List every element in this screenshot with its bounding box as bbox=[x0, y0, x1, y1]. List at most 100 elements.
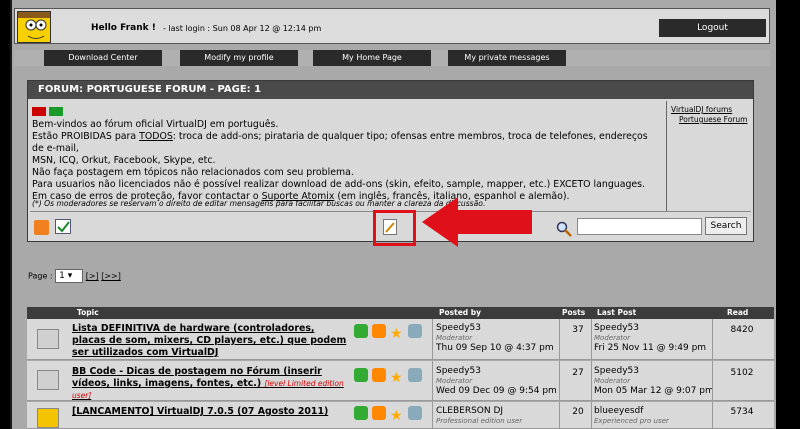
divider bbox=[666, 101, 667, 211]
col-posts: Posts bbox=[562, 308, 586, 317]
table-header: Topic Posted by Posts Last Post Read bbox=[27, 307, 774, 319]
poster-role: Moderator bbox=[436, 334, 473, 342]
read-count: 8420 bbox=[730, 325, 754, 335]
folder-icon bbox=[37, 370, 59, 390]
poster-role: Professional edition user bbox=[436, 417, 523, 425]
last-user[interactable]: Speedy53 bbox=[594, 323, 706, 333]
cell-divider bbox=[712, 319, 713, 359]
topic-icons: ★ bbox=[354, 324, 431, 342]
search-input[interactable] bbox=[577, 218, 702, 235]
topic-title-link[interactable]: BB Code - Dicas de postagem no Fórum (in… bbox=[72, 366, 347, 402]
lock-icon bbox=[372, 324, 386, 338]
topic-title-link[interactable]: Lista DEFINITIVA de hardware (controlado… bbox=[72, 323, 347, 359]
cell-divider bbox=[591, 361, 592, 400]
flags bbox=[32, 107, 662, 118]
pagination: Page : 1 ▾ [>] [>>] bbox=[28, 269, 121, 283]
cell-divider bbox=[712, 361, 713, 400]
folder-icon bbox=[37, 329, 59, 349]
forum-title: FORUM: PORTUGUESE FORUM - PAGE: 1 bbox=[28, 81, 753, 99]
cell-divider bbox=[432, 319, 433, 359]
highlight-box bbox=[373, 210, 416, 246]
sticky-icon bbox=[354, 324, 368, 338]
users-icon bbox=[408, 324, 422, 338]
last-role: Moderator bbox=[594, 334, 631, 342]
star-icon: ★ bbox=[390, 408, 403, 424]
posts-count: 20 bbox=[572, 407, 584, 417]
logout-button[interactable]: Logout bbox=[659, 19, 766, 37]
cell-divider bbox=[559, 402, 560, 428]
page-background: Hello Frank ! - last login : Sun 08 Apr … bbox=[0, 0, 800, 429]
last-date: Fri 25 Nov 11 @ 9:49 pm bbox=[594, 343, 707, 353]
desc-line-2: Estão PROIBIDAS para TODOS: troca de add… bbox=[32, 131, 662, 155]
user-header: Hello Frank ! - last login : Sun 08 Apr … bbox=[14, 8, 770, 44]
poster-role: Moderator bbox=[436, 377, 473, 385]
search-icon bbox=[556, 221, 572, 237]
mark-read-icon[interactable] bbox=[55, 219, 71, 234]
sticky-icon bbox=[354, 368, 368, 382]
last-date: Mon 05 Mar 12 @ 9:07 pm bbox=[594, 386, 714, 396]
posts-count: 27 bbox=[572, 368, 584, 378]
poster: Speedy53 Moderator Thu 09 Sep 10 @ 4:37 pm bbox=[436, 323, 554, 353]
desc-text: Estão PROIBIDAS para bbox=[32, 131, 140, 142]
cell-divider bbox=[559, 319, 560, 359]
cell-divider bbox=[591, 319, 592, 359]
cell-divider bbox=[559, 361, 560, 400]
sticky-icon bbox=[354, 406, 368, 420]
nav-private-messages[interactable]: My private messages bbox=[448, 50, 566, 66]
col-topic: Topic bbox=[77, 308, 99, 317]
poster-name[interactable]: CLEBERSON DJ bbox=[436, 406, 522, 416]
next-page-link[interactable]: [>] bbox=[86, 272, 99, 281]
cell-divider bbox=[432, 361, 433, 400]
users-icon bbox=[408, 406, 422, 420]
poster-name[interactable]: Speedy53 bbox=[436, 366, 557, 376]
col-read: Read bbox=[727, 308, 749, 317]
read-count: 5734 bbox=[730, 407, 754, 417]
last-role: Experienced pro user bbox=[594, 417, 669, 425]
search-button[interactable]: Search bbox=[705, 217, 747, 235]
scroll-edge bbox=[777, 0, 800, 429]
posts-count: 37 bbox=[572, 325, 584, 335]
forum-panel: FORUM: PORTUGUESE FORUM - PAGE: 1 Bem-vi… bbox=[27, 80, 754, 247]
portugal-flag-icon bbox=[32, 107, 46, 116]
nav-home-page[interactable]: My Home Page bbox=[313, 50, 431, 66]
topic-title-link[interactable]: [LANCAMENTO] VirtualDJ 7.0.5 (07 Agosto … bbox=[72, 406, 347, 418]
nav-modify-profile[interactable]: Modify my profile bbox=[180, 50, 298, 66]
cell-divider bbox=[591, 402, 592, 428]
desc-line-1: Bem-vindos ao fórum oficial VirtualDJ em… bbox=[32, 119, 279, 130]
table-row: BB Code - Dicas de postagem no Fórum (in… bbox=[27, 361, 774, 401]
desc-line-5: Para usuarios não licenciados não é poss… bbox=[32, 179, 646, 190]
page-label: Page : bbox=[28, 271, 53, 281]
lock-icon bbox=[372, 406, 386, 420]
moderator-note: (*) Os moderadores se reservam o direito… bbox=[32, 199, 486, 208]
users-icon bbox=[408, 368, 422, 382]
page-select[interactable]: 1 ▾ bbox=[55, 269, 84, 283]
star-icon: ★ bbox=[390, 326, 403, 342]
hello-text: Hello Frank ! bbox=[91, 23, 156, 33]
posted-date: Thu 09 Sep 10 @ 4:37 pm bbox=[436, 343, 554, 353]
star-icon: ★ bbox=[390, 370, 403, 386]
breadcrumb-current[interactable]: Portuguese Forum bbox=[671, 115, 747, 125]
last-post: Speedy53 Moderator Fri 25 Nov 11 @ 9:49 pm bbox=[594, 323, 706, 353]
desc-line-3: MSN, ICQ, Orkut, Facebook, Skype, etc. bbox=[32, 155, 216, 166]
topic-title[interactable]: [LANCAMENTO] VirtualDJ 7.0.5 (07 Agosto … bbox=[72, 406, 328, 417]
last-post: blueeyesdf Experienced pro user bbox=[594, 406, 669, 426]
topic-icons: ★ bbox=[354, 406, 431, 424]
brazil-flag-icon bbox=[49, 107, 63, 116]
read-count: 5102 bbox=[730, 368, 754, 378]
nav-bar: Download Center Modify my profile My Hom… bbox=[14, 50, 770, 66]
topic-title[interactable]: Lista DEFINITIVA de hardware (controlado… bbox=[72, 323, 346, 358]
last-post: Speedy53 Moderator Mon 05 Mar 12 @ 9:07 pm bbox=[594, 366, 714, 396]
cell-divider bbox=[712, 402, 713, 428]
topic-icons: ★ bbox=[354, 368, 431, 386]
nav-download-center[interactable]: Download Center bbox=[44, 50, 162, 66]
poster-name[interactable]: Speedy53 bbox=[436, 323, 554, 333]
poster: Speedy53 Moderator Wed 09 Dec 09 @ 9:54 pm bbox=[436, 366, 557, 396]
last-page-link[interactable]: [>>] bbox=[101, 272, 121, 281]
rss-icon[interactable] bbox=[34, 220, 49, 235]
breadcrumb-root[interactable]: VirtualDJ forums bbox=[671, 105, 747, 115]
last-user[interactable]: blueeyesdf bbox=[594, 406, 669, 416]
last-user[interactable]: Speedy53 bbox=[594, 366, 714, 376]
todos-link[interactable]: TODOS bbox=[139, 131, 173, 142]
forum-description: Bem-vindos ao fórum oficial VirtualDJ em… bbox=[32, 107, 662, 203]
desc-line-4: Não faça postagem em tópicos não relacio… bbox=[32, 167, 354, 178]
